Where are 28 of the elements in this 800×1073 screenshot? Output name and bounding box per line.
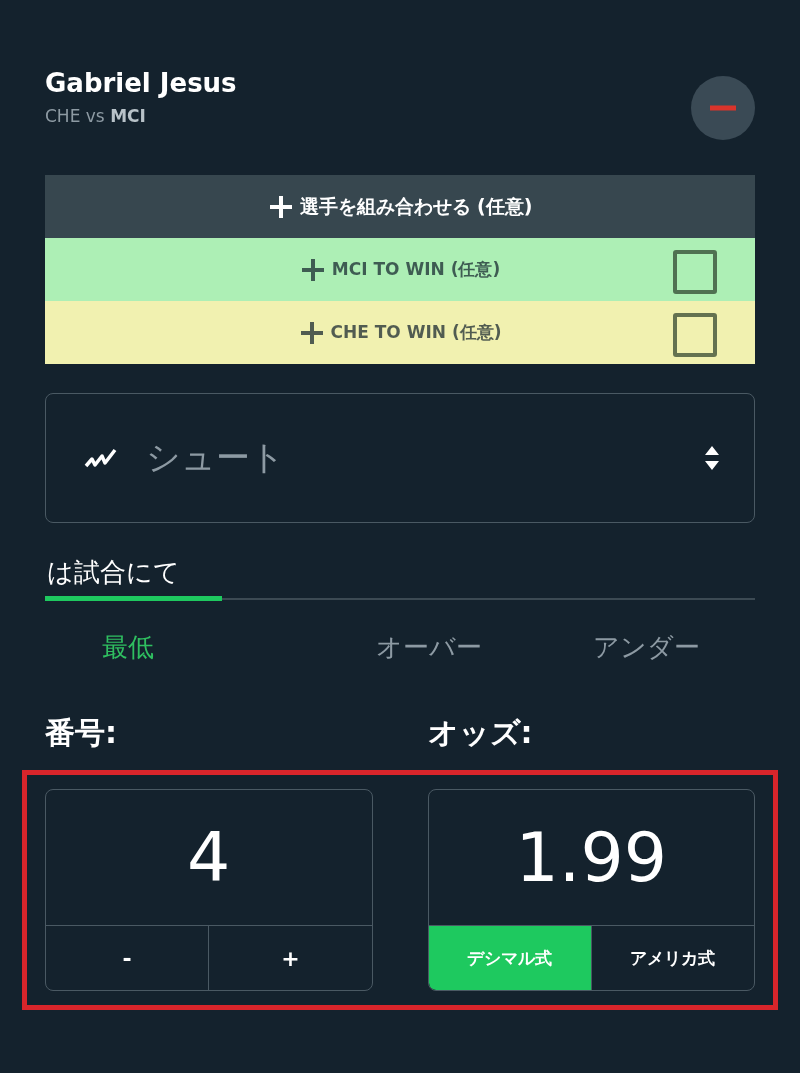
stat-dropdown[interactable]: シュート [45, 393, 755, 523]
match-label: CHE vs MCI [45, 106, 147, 126]
line-option-tab[interactable]: オーバー [319, 622, 538, 673]
checkbox[interactable] [673, 313, 717, 357]
scope-tab[interactable]: は試合にて [45, 555, 222, 601]
plus-icon [298, 319, 325, 346]
plus-icon [299, 256, 326, 283]
odds-label: オッズ: [427, 714, 534, 752]
minus-icon [710, 105, 736, 111]
combo-label: CHE TO WIN (任意) [330, 321, 502, 344]
number-label: 番号: [45, 714, 118, 752]
increase-button[interactable]: + [208, 926, 372, 990]
number-value: 4 [187, 818, 231, 897]
odds-value: 1.99 [515, 818, 667, 897]
sort-arrows-icon [704, 445, 720, 471]
line-option-tab[interactable]: アンダー [537, 622, 755, 673]
player-name: Gabriel Jesus [45, 67, 237, 100]
decrease-button[interactable]: - [46, 926, 209, 990]
trend-icon [84, 447, 118, 469]
plus-icon [267, 193, 294, 220]
odds-format-tab[interactable]: アメリカ式 [590, 926, 754, 990]
line-option-tab[interactable]: 最低 [45, 622, 320, 673]
combo-label: MCI TO WIN (任意) [331, 258, 501, 281]
team-win-row[interactable]: MCI TO WIN (任意) [45, 238, 755, 301]
combine-players-button[interactable]: 選手を組み合わせる (任意) [45, 175, 755, 238]
team-win-row[interactable]: CHE TO WIN (任意) [45, 301, 755, 364]
checkbox[interactable] [673, 250, 717, 294]
combo-label: 選手を組み合わせる (任意) [299, 193, 533, 219]
